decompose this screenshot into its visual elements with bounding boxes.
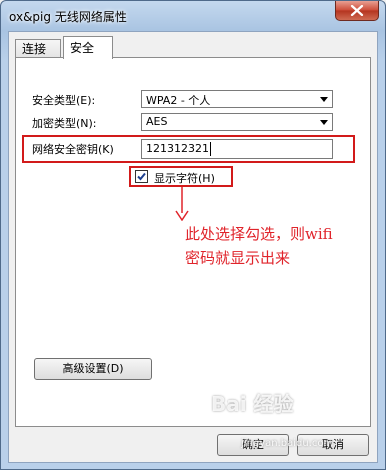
- properties-window: ox&pig 无线网络属性 连接 安全 安全类型(E): WPA2 - 个人 加…: [0, 0, 386, 470]
- watermark-url: jingyan.baidu.com: [241, 438, 334, 449]
- security-type-value: WPA2 - 个人: [146, 94, 211, 107]
- close-button[interactable]: [335, 1, 379, 21]
- close-icon: [350, 5, 364, 16]
- security-type-select[interactable]: WPA2 - 个人: [141, 90, 333, 108]
- title-bar[interactable]: ox&pig 无线网络属性: [1, 1, 385, 31]
- advanced-settings-button[interactable]: 高级设置(D): [34, 358, 152, 380]
- tab-security[interactable]: 安全: [63, 36, 113, 59]
- annotation-line-1: 此处选择勾选，则wifi: [185, 225, 333, 243]
- network-key-input[interactable]: 121312321: [141, 139, 333, 159]
- tab-connection[interactable]: 连接: [15, 39, 61, 58]
- text-caret: [210, 142, 211, 156]
- encryption-type-label: 加密类型(N):: [32, 117, 97, 130]
- chevron-down-icon: [320, 97, 328, 102]
- network-key-label: 网络安全密钥(K): [32, 143, 114, 156]
- arrow-down-icon: [175, 187, 189, 221]
- show-characters-checkbox[interactable]: [135, 170, 148, 183]
- dialog-client: 连接 安全 安全类型(E): WPA2 - 个人 加密类型(N): AES 网络…: [8, 31, 378, 463]
- security-type-label: 安全类型(E):: [32, 94, 96, 107]
- watermark-logo: Bai 经验: [211, 392, 294, 416]
- encryption-type-value: AES: [146, 115, 168, 128]
- encryption-type-select[interactable]: AES: [141, 113, 333, 131]
- security-panel: 安全类型(E): WPA2 - 个人 加密类型(N): AES 网络安全密钥(K…: [15, 57, 371, 427]
- chevron-down-icon: [320, 120, 328, 125]
- checkmark-icon: [137, 172, 146, 181]
- show-characters-label: 显示字符(H): [154, 172, 215, 185]
- network-key-value: 121312321: [146, 142, 209, 155]
- annotation-line-2: 密码就显示出来: [185, 249, 291, 267]
- window-title: ox&pig 无线网络属性: [9, 10, 127, 24]
